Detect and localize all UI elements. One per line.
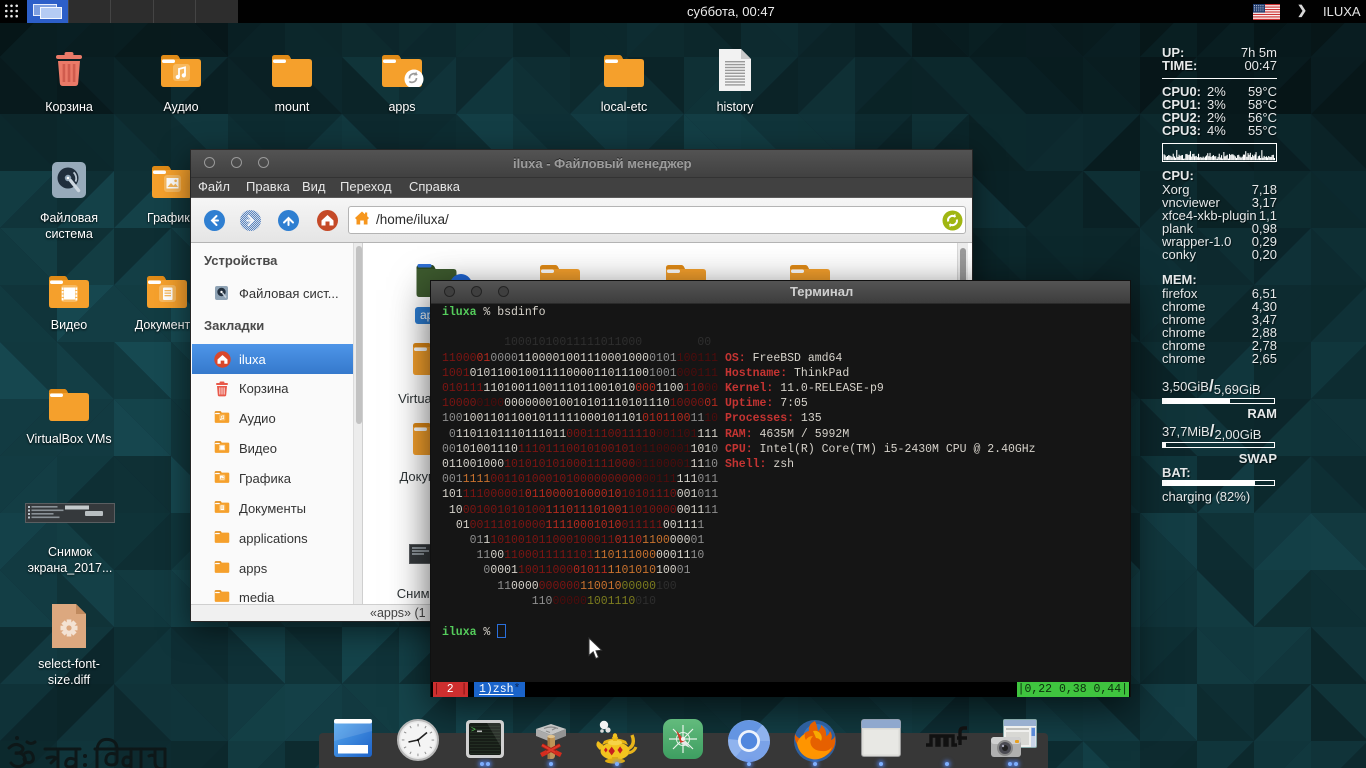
svg-text:>: > [471, 726, 476, 735]
